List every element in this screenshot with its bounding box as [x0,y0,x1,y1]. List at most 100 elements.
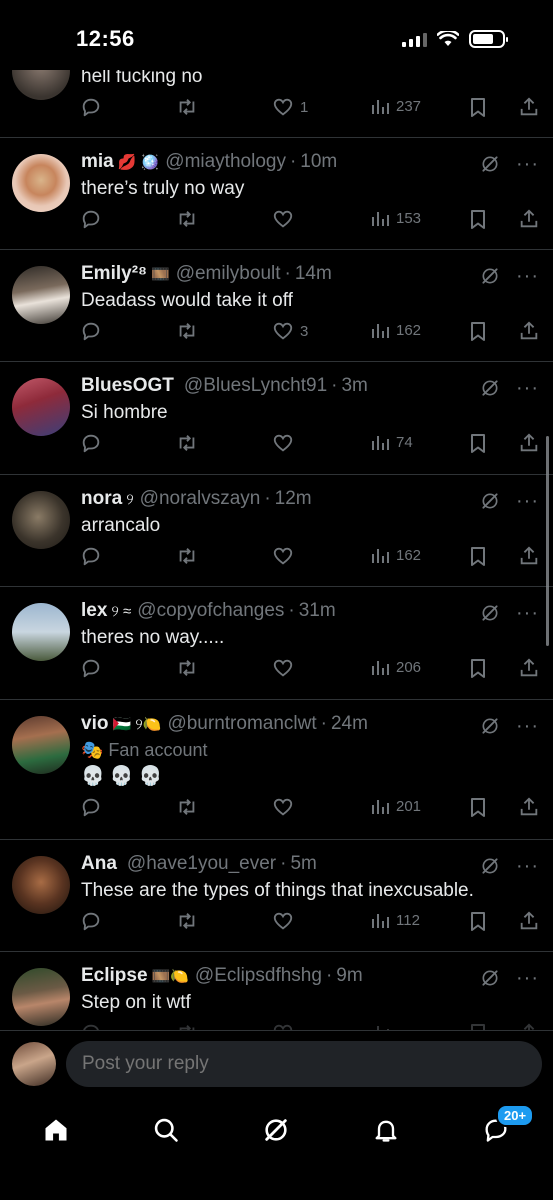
views-button[interactable]: 74 [370,432,413,452]
display-name[interactable]: vio [81,713,108,735]
retweet-button[interactable] [175,96,199,118]
more-icon[interactable]: ··· [516,856,539,876]
like-button[interactable] [272,910,300,932]
reply-button[interactable] [80,657,102,679]
grok-icon[interactable] [480,154,500,174]
reply-button[interactable] [80,96,102,118]
user-handle[interactable]: @copyofchanges [137,600,284,622]
retweet-button[interactable] [175,796,199,818]
avatar[interactable] [12,154,70,212]
retweet-button[interactable] [175,657,199,679]
display-name[interactable]: Ana [81,853,117,875]
bookmark-button[interactable] [468,320,488,342]
views-button[interactable]: 112 [370,910,420,930]
bookmark-button[interactable] [468,796,488,818]
bookmark-button[interactable] [468,1022,488,1030]
avatar[interactable] [12,856,70,914]
avatar[interactable] [12,1042,56,1086]
like-button[interactable] [272,545,300,567]
reply-button[interactable] [80,910,102,932]
like-button[interactable] [272,796,300,818]
retweet-button[interactable] [175,1022,199,1030]
grok-icon[interactable] [480,856,500,876]
avatar[interactable] [12,491,70,549]
retweet-button[interactable] [175,545,199,567]
share-button[interactable] [518,657,540,679]
like-button[interactable] [272,1022,300,1030]
share-button[interactable] [518,910,540,932]
avatar[interactable] [12,378,70,436]
user-handle[interactable]: @burntromanclwt [167,713,316,735]
reply-button[interactable] [80,796,102,818]
grok-icon[interactable] [480,266,500,286]
scrollbar[interactable] [546,436,549,646]
views-button[interactable] [370,1022,396,1030]
reply-button[interactable] [80,1022,102,1030]
tweet[interactable]: lex ୨ ≈ @copyofchanges · 31m ··· theres … [0,587,553,700]
user-handle[interactable]: @Eclipsdfhshg [195,965,322,987]
views-button[interactable]: 237 [370,96,421,116]
tweet[interactable]: nora ୨ @noralvszayn · 12m ··· arrancalo [0,475,553,587]
user-handle[interactable]: @BluesLyncht91 [184,375,327,397]
views-button[interactable]: 162 [370,320,421,340]
user-handle[interactable]: @have1you_ever [127,853,276,875]
reply-button[interactable] [80,320,102,342]
retweet-button[interactable] [175,320,199,342]
avatar[interactable] [12,603,70,661]
views-button[interactable]: 162 [370,545,421,565]
like-button[interactable] [272,657,300,679]
user-handle[interactable]: @miaythology [165,151,286,173]
bookmark-button[interactable] [468,96,488,118]
tweet[interactable]: Eclipse 🎞️🍋 @Eclipsdfhshg · 9m ··· Step … [0,952,553,1030]
display-name[interactable]: Eclipse [81,965,148,987]
bookmark-button[interactable] [468,208,488,230]
more-icon[interactable]: ··· [516,154,539,174]
tweet[interactable]: mia 💋 🪩 @miaythology · 10m ··· there’s t… [0,138,553,250]
tweet[interactable]: Ana @have1you_ever · 5m ··· These are th… [0,840,553,952]
views-button[interactable]: 153 [370,208,421,228]
more-icon[interactable]: ··· [516,603,539,623]
share-button[interactable] [518,96,540,118]
share-button[interactable] [518,320,540,342]
share-button[interactable] [518,208,540,230]
reply-input[interactable] [66,1041,542,1087]
grok-icon[interactable] [480,491,500,511]
grok-icon[interactable] [480,603,500,623]
display-name[interactable]: mia [81,151,114,173]
share-button[interactable] [518,1022,540,1030]
like-button[interactable] [272,208,300,230]
avatar[interactable] [12,716,70,774]
tweet[interactable]: Emily²⁸ 🎞️ @emilyboult · 14m ··· Deadass… [0,250,553,362]
reply-button[interactable] [80,545,102,567]
avatar[interactable] [12,968,70,1026]
tweet[interactable]: BluesOGT @BluesLyncht91 · 3m ··· Si homb… [0,362,553,475]
bookmark-button[interactable] [468,910,488,932]
views-button[interactable]: 201 [370,796,421,816]
views-button[interactable]: 206 [370,657,421,677]
reply-button[interactable] [80,208,102,230]
grok-icon[interactable] [480,716,500,736]
tab-search[interactable] [146,1110,186,1150]
bookmark-button[interactable] [468,657,488,679]
display-name[interactable]: Emily²⁸ [81,263,147,285]
bookmark-button[interactable] [468,432,488,454]
bookmark-button[interactable] [468,545,488,567]
share-button[interactable] [518,432,540,454]
retweet-button[interactable] [175,432,199,454]
more-icon[interactable]: ··· [516,491,539,511]
display-name[interactable]: lex [81,600,107,622]
user-handle[interactable]: @emilyboult [176,263,281,285]
grok-icon[interactable] [480,968,500,988]
tab-home[interactable] [36,1110,76,1150]
retweet-button[interactable] [175,208,199,230]
display-name[interactable]: BluesOGT [81,375,174,397]
share-button[interactable] [518,545,540,567]
more-icon[interactable]: ··· [516,716,539,736]
tab-notifications[interactable] [366,1110,406,1150]
share-button[interactable] [518,796,540,818]
more-icon[interactable]: ··· [516,968,539,988]
display-name[interactable]: nora [81,488,122,510]
more-icon[interactable]: ··· [516,378,539,398]
like-button[interactable]: 1 [272,96,308,118]
reply-button[interactable] [80,432,102,454]
